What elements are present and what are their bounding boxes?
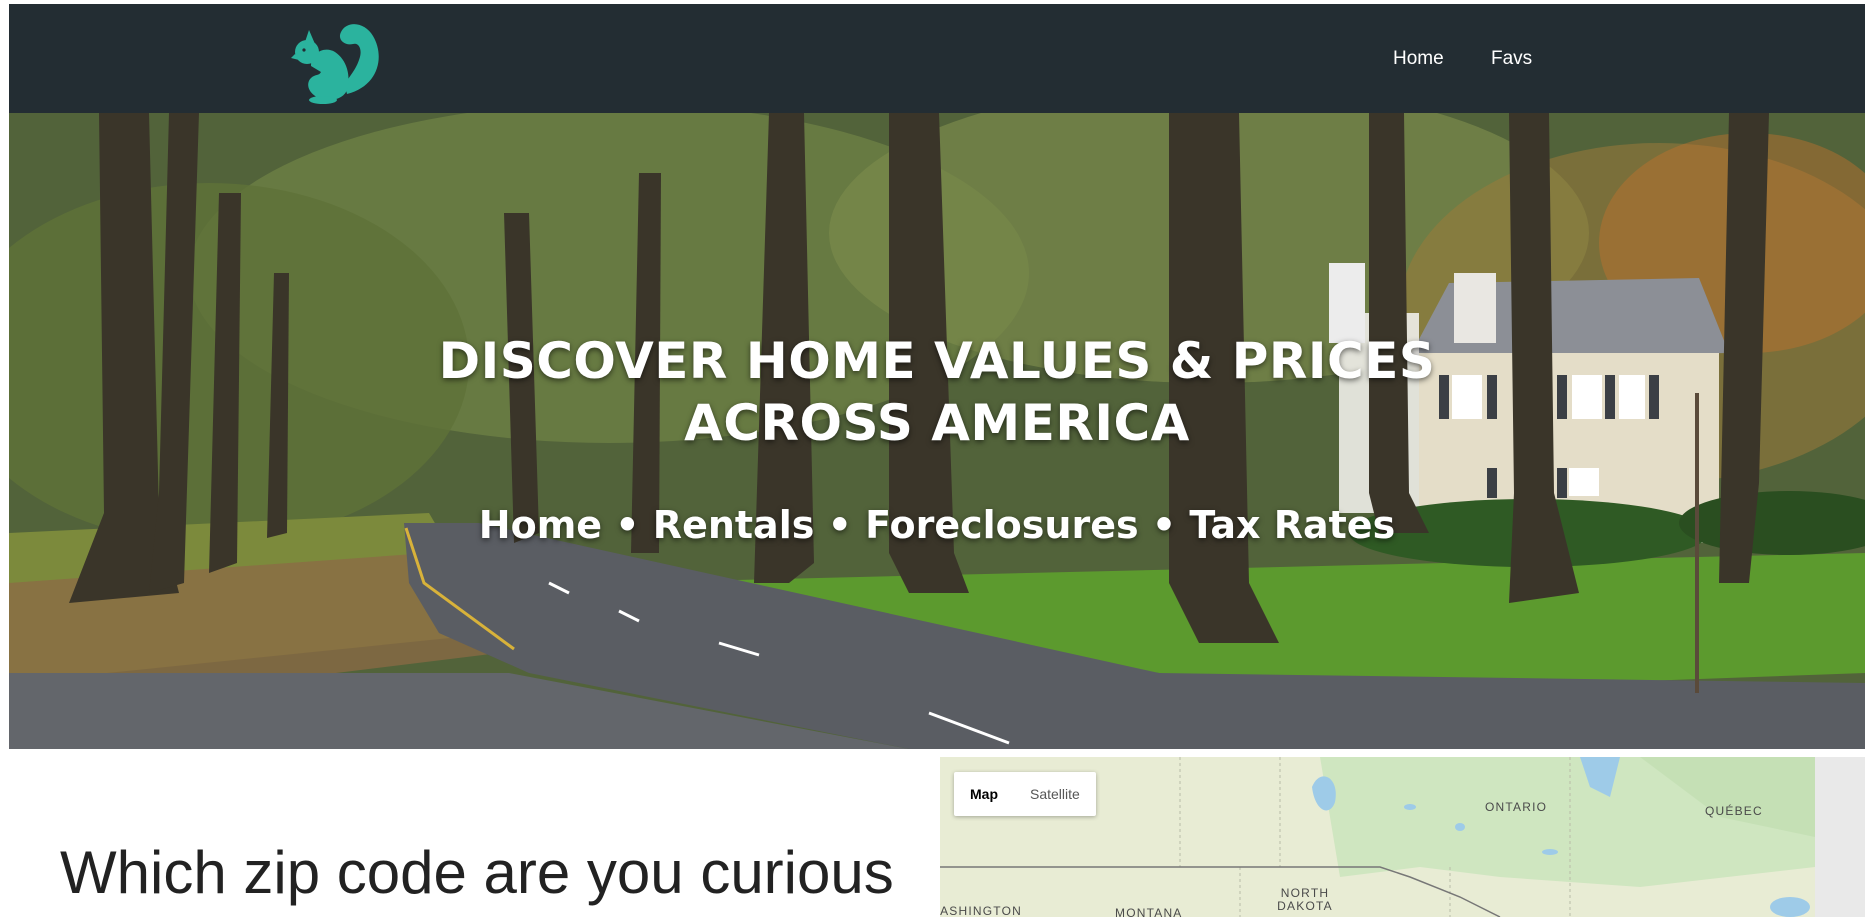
page-edge bbox=[0, 0, 9, 917]
nav-favs-link[interactable]: Favs bbox=[1491, 48, 1532, 70]
hero-subtitle: Home • Rentals • Foreclosures • Tax Rate… bbox=[478, 503, 1396, 547]
nav-home-link[interactable]: Home bbox=[1393, 48, 1444, 70]
top-navbar: Home Favs bbox=[9, 4, 1865, 113]
map-label-montana: MONTANA bbox=[1115, 906, 1183, 917]
map-label-north-dakota: NORTH DAKOTA bbox=[1275, 887, 1335, 913]
map-label-quebec: QUÉBEC bbox=[1705, 804, 1763, 818]
map-edge bbox=[1815, 757, 1865, 917]
map-label-dakota: DAKOTA bbox=[1277, 899, 1333, 913]
zip-question-heading: Which zip code are you curious bbox=[60, 839, 894, 906]
map-type-toggle: Map Satellite bbox=[954, 772, 1096, 816]
hero-title-line1: DISCOVER HOME VALUES & PRICES bbox=[438, 332, 1436, 390]
map-label-washington: WASHINGTON bbox=[940, 904, 1023, 917]
map-label-ontario: ONTARIO bbox=[1485, 800, 1548, 814]
map-widget[interactable]: Map Satellite ONTARIO QUÉBEC NORTH DAKOT… bbox=[940, 757, 1815, 917]
squirrel-icon[interactable] bbox=[289, 16, 387, 104]
hero-title-line2: ACROSS AMERICA bbox=[684, 394, 1190, 452]
hero-banner: DISCOVER HOME VALUES & PRICES ACROSS AME… bbox=[9, 113, 1865, 749]
satellite-button[interactable]: Satellite bbox=[1014, 772, 1096, 816]
map-button[interactable]: Map bbox=[954, 772, 1014, 816]
hero-title: DISCOVER HOME VALUES & PRICES ACROSS AME… bbox=[9, 330, 1865, 454]
